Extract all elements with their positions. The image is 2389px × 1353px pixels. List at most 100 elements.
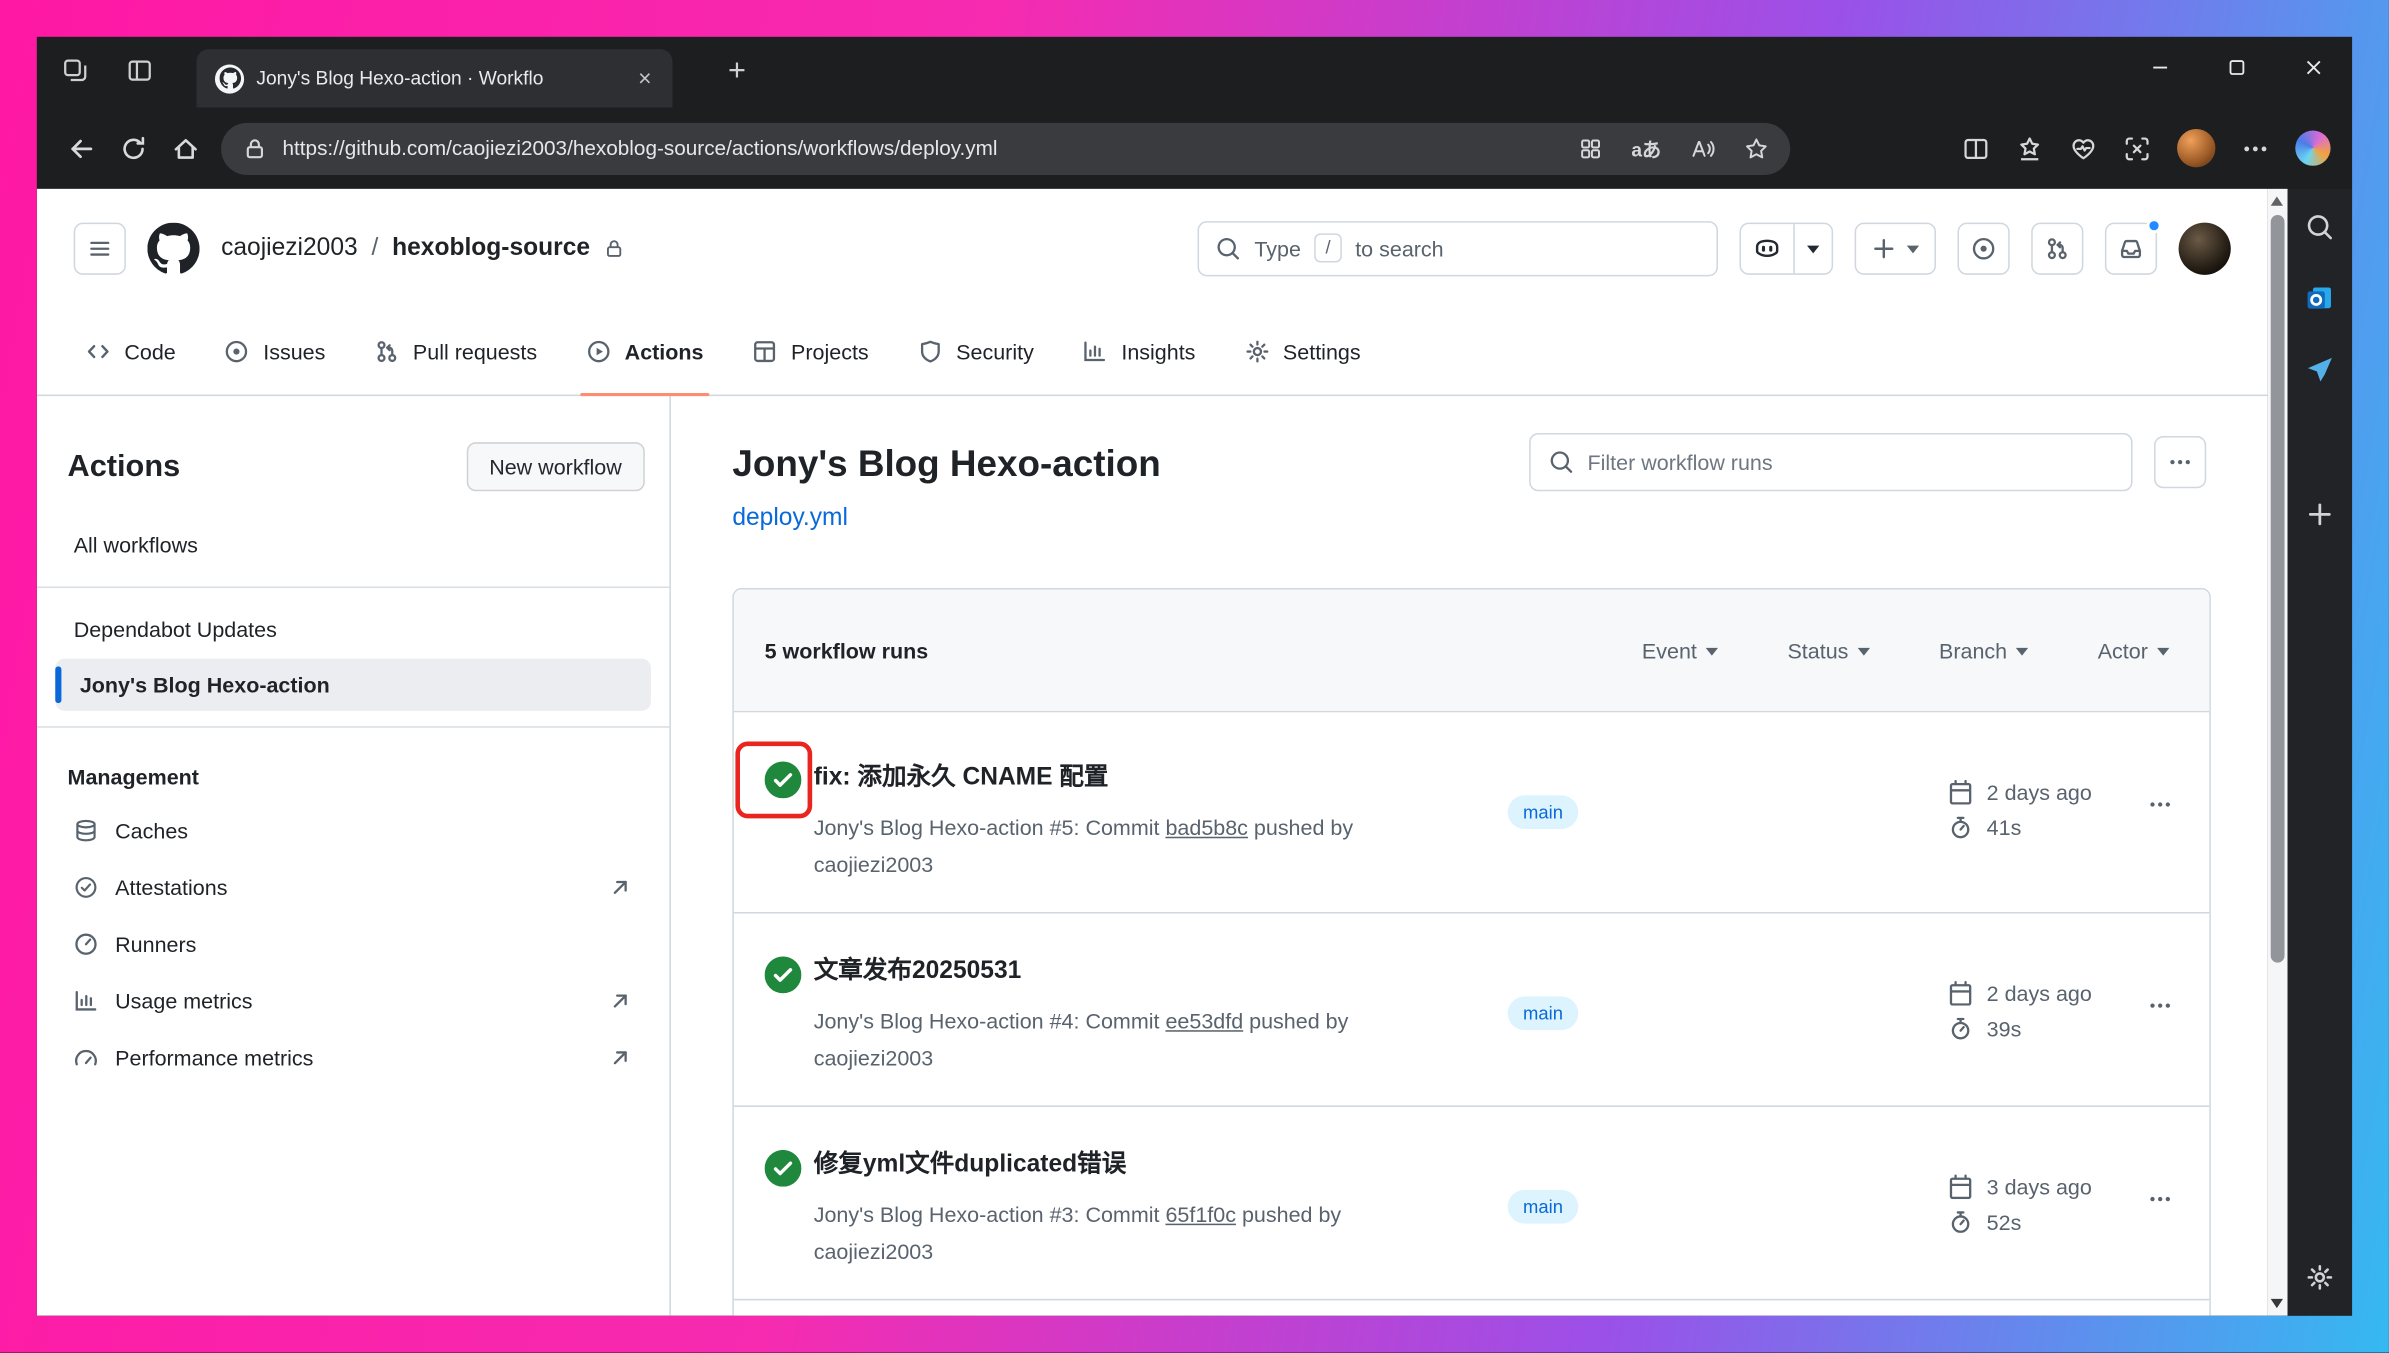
run-description: Jony's Blog Hexo-action #3: Commit 65f1f… (813, 1202, 1342, 1264)
caches-icon (74, 818, 99, 843)
sidebar-item-performance-metrics[interactable]: Performance metrics (55, 1030, 651, 1085)
browser-menu-icon[interactable] (2242, 134, 2270, 162)
browser-profile-avatar[interactable] (2177, 128, 2216, 168)
maximize-button[interactable] (2199, 37, 2276, 98)
slash-keycap: / (1314, 233, 1342, 263)
tab-settings[interactable]: Settings (1223, 307, 1382, 395)
refresh-button[interactable] (107, 122, 159, 174)
workflow-options-button[interactable] (2154, 436, 2207, 489)
tab-projects[interactable]: Projects (731, 307, 890, 395)
run-date: 2 days ago (1986, 779, 2092, 805)
run-title-link[interactable]: 修复yml文件duplicated错误 (814, 1145, 1447, 1185)
filter-actor-dropdown[interactable]: Actor (2098, 638, 2170, 662)
github-user-avatar[interactable] (2178, 221, 2231, 275)
scroll-down-arrow[interactable] (2270, 1298, 2283, 1309)
new-workflow-button[interactable]: New workflow (466, 442, 645, 492)
branch-badge[interactable]: main (1507, 795, 1579, 830)
search-placeholder-rest: to search (1355, 235, 1444, 261)
filter-workflow-runs-input[interactable] (1587, 449, 2113, 475)
page-scrollbar[interactable] (2267, 188, 2288, 1316)
run-description: Jony's Blog Hexo-action #5: Commit bad5b… (813, 815, 1354, 877)
workspaces-icon[interactable] (61, 57, 89, 85)
favorite-star-icon[interactable] (1744, 136, 1769, 161)
commit-link[interactable]: bad5b8c (1165, 815, 1247, 840)
branch-badge[interactable]: main (1507, 996, 1579, 1031)
management-section-label: Management (67, 764, 199, 790)
commit-link[interactable]: ee53dfd (1165, 1009, 1243, 1034)
run-options-button[interactable] (2148, 792, 2173, 817)
filter-status-dropdown[interactable]: Status (1787, 638, 1870, 662)
copilot-button-group (1739, 221, 1834, 275)
private-repo-lock-icon (604, 237, 625, 258)
outlook-icon[interactable] (2304, 282, 2335, 313)
hamburger-menu-button[interactable] (73, 221, 126, 275)
vertical-tabs-icon[interactable] (126, 57, 154, 85)
address-bar[interactable]: https://github.com/caojiezi2003/hexoblog… (221, 122, 1791, 175)
stopwatch-icon (1948, 1016, 1973, 1041)
sidebar-item-attestations[interactable]: Attestations (55, 860, 651, 915)
run-meta: 3 days ago 52s (1948, 1174, 2092, 1235)
close-button[interactable] (2275, 37, 2352, 98)
tab-close-icon[interactable]: × (629, 65, 660, 91)
sidebar-item-runners[interactable]: Runners (55, 917, 651, 972)
breadcrumb-repo-link[interactable]: hexoblog-source (392, 234, 590, 262)
web-capture-icon[interactable] (2123, 134, 2151, 162)
sidebar-item-dependabot-updates[interactable]: Dependabot Updates (55, 603, 651, 655)
filter-event-dropdown[interactable]: Event (1642, 638, 1719, 662)
tab-insights[interactable]: Insights (1061, 307, 1216, 395)
scroll-up-arrow[interactable] (2270, 196, 2283, 206)
issues-dashboard-button[interactable] (1957, 221, 2010, 275)
sidebar-item-all-workflows[interactable]: All workflows (55, 519, 651, 571)
drop-icon[interactable] (2304, 355, 2335, 386)
breadcrumb-owner-link[interactable]: caojiezi2003 (221, 234, 358, 262)
site-info-icon[interactable] (243, 136, 268, 161)
read-aloud-icon[interactable] (1690, 136, 1715, 161)
run-options-button[interactable] (2148, 993, 2173, 1018)
tab-code[interactable]: Code (64, 307, 197, 395)
split-screen-icon[interactable] (1962, 134, 1990, 162)
tab-pull-requests[interactable]: Pull requests (353, 307, 559, 395)
sidebar-search-icon[interactable] (2306, 213, 2334, 241)
workflow-file-link[interactable]: deploy.yml (732, 505, 848, 533)
tab-actions[interactable]: Actions (565, 307, 725, 397)
success-check-icon (765, 1150, 802, 1187)
global-search-input[interactable]: Type / to search (1197, 220, 1719, 276)
tab-security[interactable]: Security (896, 307, 1055, 395)
breadcrumb: caojiezi2003 / hexoblog-source (221, 234, 625, 262)
apps-icon[interactable] (1578, 136, 1603, 161)
scrollbar-thumb[interactable] (2270, 214, 2285, 963)
back-button[interactable] (55, 122, 107, 174)
translate-icon[interactable]: aあ (1631, 134, 1661, 163)
run-title-link[interactable]: fix: 添加永久 CNAME 配置 (814, 758, 1447, 798)
run-title-link[interactable]: 文章发布20250531 (814, 952, 1447, 992)
sidebar-item-caches[interactable]: Caches (55, 803, 651, 858)
commit-link[interactable]: 65f1f0c (1165, 1202, 1236, 1227)
run-duration: 41s (1986, 815, 2022, 840)
minimize-button[interactable] (2122, 37, 2199, 98)
notifications-inbox-button[interactable] (2104, 217, 2162, 275)
add-sidebar-app-icon[interactable] (2306, 501, 2334, 529)
filter-branch-dropdown[interactable]: Branch (1939, 638, 2029, 662)
sidebar-item-usage-metrics[interactable]: Usage metrics (55, 973, 651, 1028)
sidebar-settings-icon[interactable] (2306, 1264, 2334, 1292)
browser-window: Jony's Blog Hexo-action · Workflo × + ht… (36, 36, 2353, 1316)
success-check-icon (765, 956, 802, 993)
github-logo[interactable] (147, 222, 199, 274)
tab-issues[interactable]: Issues (203, 307, 347, 395)
pull-requests-dashboard-button[interactable] (2031, 221, 2084, 275)
branch-badge[interactable]: main (1507, 1189, 1579, 1224)
copilot-dropdown-button[interactable] (1795, 223, 1832, 272)
browser-tab[interactable]: Jony's Blog Hexo-action · Workflo × (196, 49, 673, 108)
run-duration: 52s (1986, 1209, 2022, 1235)
create-new-button[interactable] (1854, 221, 1937, 275)
copilot-icon[interactable] (2295, 130, 2331, 166)
sidebar-item-jonys-blog-hexo-action[interactable]: Jony's Blog Hexo-action (55, 658, 651, 711)
copilot-chat-button[interactable] (1741, 223, 1793, 272)
search-placeholder-type: Type (1254, 235, 1301, 261)
calendar-icon (1948, 981, 1973, 1006)
home-button[interactable] (160, 122, 212, 174)
new-tab-button[interactable]: + (715, 49, 758, 92)
browser-essentials-icon[interactable] (2070, 134, 2098, 162)
favorites-icon[interactable] (2016, 134, 2044, 162)
run-options-button[interactable] (2148, 1187, 2173, 1212)
